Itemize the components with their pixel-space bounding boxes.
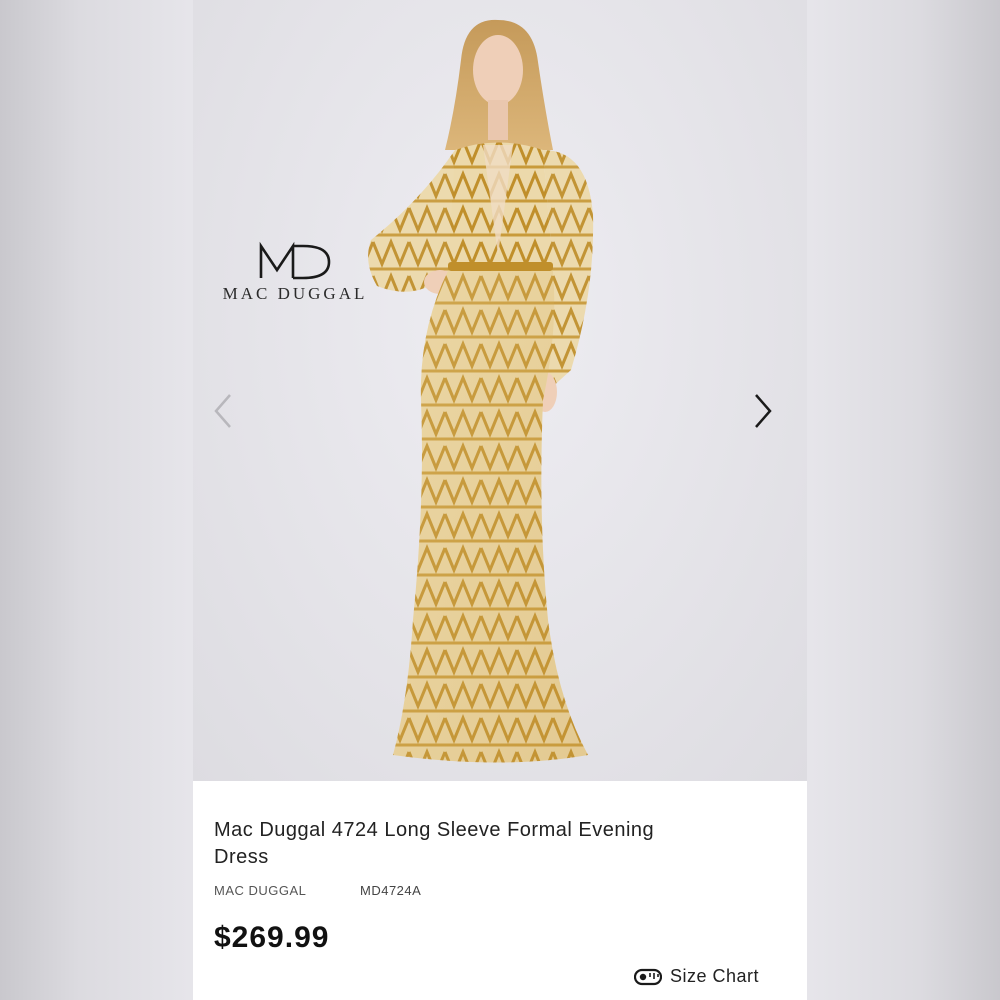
tape-measure-icon — [634, 968, 662, 985]
product-title: Mac Duggal 4724 Long Sleeve Formal Eveni… — [214, 819, 655, 868]
product-sku: MD4724A — [360, 883, 422, 898]
previous-image-button[interactable] — [203, 387, 243, 435]
product-price: $269.99 — [214, 921, 330, 954]
product-info: Mac Duggal 4724 Long Sleeve Formal Eveni… — [193, 781, 807, 1000]
size-chart-link[interactable]: Size Chart — [634, 966, 759, 987]
brand-logo: MAC DUGGAL — [209, 240, 381, 304]
chevron-left-icon — [214, 394, 231, 428]
product-image-gallery[interactable]: MAC DUGGAL — [193, 0, 807, 781]
brand-monogram — [259, 241, 331, 280]
product-photo — [368, 19, 594, 763]
product-card: MAC DUGGAL Mac Duggal 4724 Long Sleeve F… — [193, 0, 807, 1000]
next-image-button[interactable] — [743, 387, 783, 435]
chevron-right-icon — [755, 394, 772, 428]
size-chart-label: Size Chart — [670, 966, 760, 986]
brand-wordmark: MAC DUGGAL — [222, 284, 368, 303]
product-brand[interactable]: MAC DUGGAL — [214, 883, 306, 898]
